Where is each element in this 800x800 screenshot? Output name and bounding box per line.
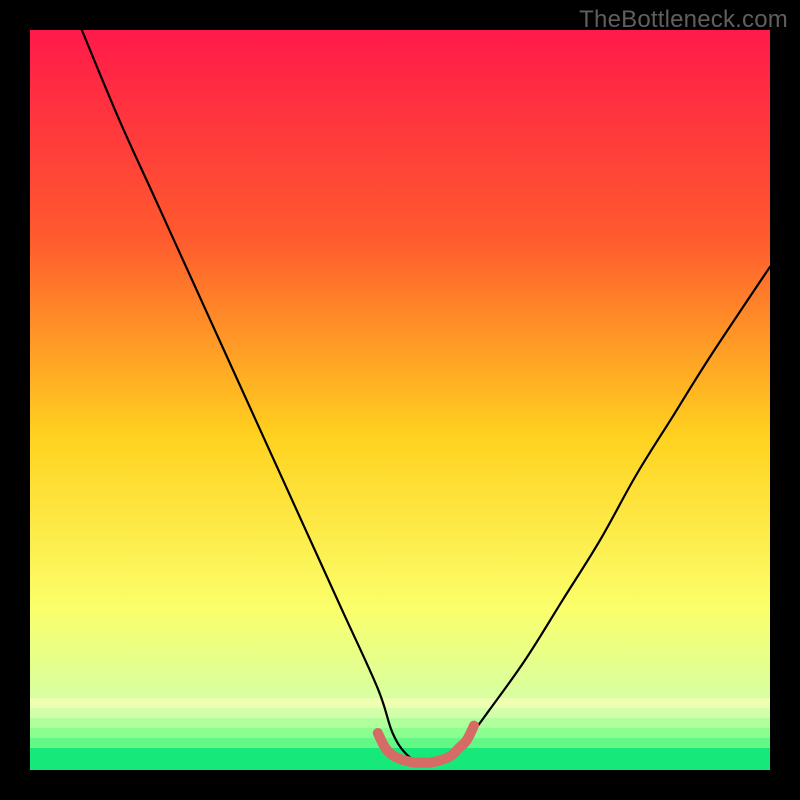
gradient-background [30,30,770,770]
chart-svg [30,30,770,770]
watermark-text: TheBottleneck.com [579,6,788,34]
plot-area [30,30,770,770]
chart-frame: TheBottleneck.com [0,0,800,800]
